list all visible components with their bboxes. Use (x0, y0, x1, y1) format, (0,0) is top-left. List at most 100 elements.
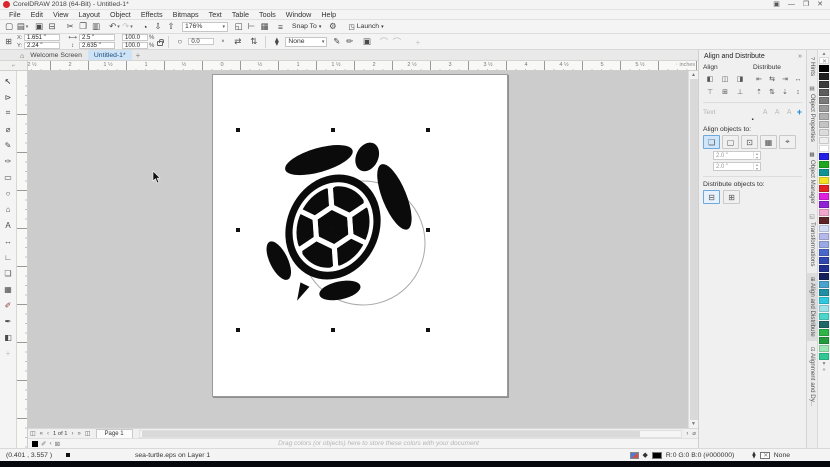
align-right-button[interactable]: ◨ (733, 73, 747, 85)
palette-no-color-swatch[interactable] (819, 57, 829, 64)
docker-tab-alignment-guides[interactable]: ⊡ Alignment and Dy... (807, 343, 817, 411)
align-top-button[interactable]: ⊤ (703, 86, 717, 98)
undo-button[interactable]: ↶▾ (108, 21, 121, 33)
lock-ratio-icon[interactable] (157, 41, 163, 46)
palette-swatch[interactable] (819, 153, 829, 160)
object-x-field[interactable]: 1.651 " (24, 34, 60, 41)
document-palette-swatch-black[interactable] (32, 441, 38, 447)
ruler-origin-box[interactable]: ⌐ (0, 61, 28, 71)
distribute-to-page-button[interactable]: ⊞ (723, 190, 740, 204)
distribute-top-button[interactable]: ⇡ (753, 86, 765, 98)
first-page-button[interactable]: « (38, 431, 45, 437)
palette-swatch[interactable] (819, 121, 829, 128)
vertical-scrollbar[interactable]: ▲ ▼ (688, 71, 698, 428)
distribute-bottom-button[interactable]: ⇣ (779, 86, 791, 98)
palette-swatch[interactable] (819, 281, 829, 288)
cut-button[interactable]: ✂ (64, 21, 77, 33)
align-center-vertically-button[interactable]: ⊞ (718, 86, 732, 98)
add-page-button[interactable]: ◫ (28, 430, 38, 437)
align-bottom-button[interactable]: ⊥ (733, 86, 747, 98)
palette-swatch[interactable] (819, 97, 829, 104)
copy-button[interactable]: ❐ (77, 21, 90, 33)
distribute-to-selection-button[interactable]: ⊟ (703, 190, 720, 204)
drop-shadow-tool[interactable]: ❏ (1, 265, 16, 281)
object-height-field[interactable]: 2.635 " (79, 42, 115, 49)
mirror-vertical-button[interactable]: ⇅ (247, 36, 260, 48)
edit-outline-button[interactable]: ✏ (343, 36, 356, 48)
polygon-tool[interactable]: ⌂ (1, 201, 16, 217)
distribute-left-button[interactable]: ⇤ (753, 73, 765, 85)
interactive-fill-tool[interactable]: ◧ (1, 329, 16, 345)
distribute-right-button[interactable]: ⇥ (779, 73, 791, 85)
zoom-to-page-icon[interactable]: ⌀ (690, 430, 698, 437)
new-document-button[interactable]: ▢ (3, 21, 16, 33)
align-left-button[interactable]: ◧ (703, 73, 717, 85)
selection-handle[interactable] (331, 328, 335, 332)
palette-swatch[interactable] (819, 337, 829, 344)
launch-button[interactable]: ◳ Launch▾ (344, 21, 387, 33)
palette-swatch[interactable] (819, 297, 829, 304)
import-button[interactable]: ⇩ (152, 21, 165, 33)
no-color-swatch[interactable]: ⊠ (55, 440, 60, 448)
restore-button[interactable]: ❐ (803, 1, 809, 9)
zoom-tool[interactable]: ⌀ (1, 121, 16, 137)
paste-button[interactable]: ▥ (90, 21, 103, 33)
menu-view[interactable]: View (48, 10, 73, 19)
connector-tool[interactable]: ∟ (1, 249, 16, 265)
docker-tab-object-properties[interactable]: ▤ Object Properties (807, 82, 817, 146)
align-point-y-field[interactable]: 2.0 " ▲▼ (713, 162, 761, 171)
align-to-grid-button[interactable]: ▦ (760, 135, 777, 149)
palette-swatch[interactable] (819, 201, 829, 208)
palette-swatch[interactable] (819, 329, 829, 336)
account-button[interactable]: ▣ (773, 1, 780, 9)
palette-swatch[interactable] (819, 137, 829, 144)
add-alignment-button[interactable]: + (797, 107, 802, 117)
palette-swatch[interactable] (819, 161, 829, 168)
selection-handle[interactable] (236, 228, 240, 232)
palette-swatch[interactable] (819, 169, 829, 176)
snap-to-button[interactable]: Snap To▾ (288, 21, 325, 33)
close-button[interactable]: ✕ (817, 1, 823, 9)
align-to-active-objects-button[interactable]: ❏ (703, 135, 720, 149)
menu-window[interactable]: Window (281, 10, 317, 19)
palette-swatch[interactable] (819, 185, 829, 192)
palette-expand-icon[interactable]: » (822, 367, 825, 373)
palette-swatch[interactable] (819, 305, 829, 312)
eyedropper-icon[interactable]: ✐ (41, 440, 46, 448)
palette-swatch[interactable] (819, 177, 829, 184)
distribute-center-v-button[interactable]: ⇅ (766, 86, 778, 98)
vertical-ruler[interactable] (17, 71, 28, 448)
selection-handle[interactable] (236, 328, 240, 332)
print-button[interactable]: ⊟ (46, 21, 59, 33)
align-to-page-center-button[interactable]: ⊡ (741, 135, 758, 149)
distribute-center-h-button[interactable]: ⇆ (766, 73, 778, 85)
full-screen-preview-button[interactable]: ◱ (232, 21, 245, 33)
palette-swatch[interactable] (819, 105, 829, 112)
color-eyedropper-tool[interactable]: ✐ (1, 297, 16, 313)
scroll-down-icon[interactable]: ▼ (691, 421, 696, 427)
palette-swatch[interactable] (819, 129, 829, 136)
palette-swatch[interactable] (819, 273, 829, 280)
mirror-horizontal-button[interactable]: ⇄ (231, 36, 244, 48)
horizontal-ruler[interactable]: 2 ½21 ½1½0½11 ½22 ½33 ½44 ½55 ½6 ⌐ inche… (0, 61, 698, 71)
distribute-spacing-h-button[interactable]: ↔ (792, 73, 804, 85)
palette-swatch[interactable] (819, 257, 829, 264)
vertical-scroll-thumb[interactable] (690, 79, 698, 420)
horizontal-scrollbar[interactable] (139, 430, 683, 438)
docker-collapse-icon[interactable]: » (798, 53, 802, 60)
selection-handle[interactable] (426, 328, 430, 332)
add-tools-button[interactable]: + (1, 345, 16, 361)
palette-swatch[interactable] (819, 193, 829, 200)
palette-swatch[interactable] (819, 145, 829, 152)
palette-swatch[interactable] (819, 113, 829, 120)
parallel-dimension-tool[interactable]: ↔ (1, 233, 16, 249)
spinner-arrows-icon[interactable]: ▲▼ (753, 163, 760, 171)
scale-y-field[interactable]: 100.0 (122, 42, 148, 49)
menu-tools[interactable]: Tools (254, 10, 281, 19)
pick-tool[interactable]: ↖ (1, 73, 16, 89)
add-button[interactable]: + (411, 36, 424, 48)
collapse-left-icon[interactable]: ‹ (49, 440, 51, 447)
menu-layout[interactable]: Layout (73, 10, 105, 19)
zoom-level-select[interactable]: 176%▾ (182, 22, 228, 32)
palette-swatch[interactable] (819, 241, 829, 248)
